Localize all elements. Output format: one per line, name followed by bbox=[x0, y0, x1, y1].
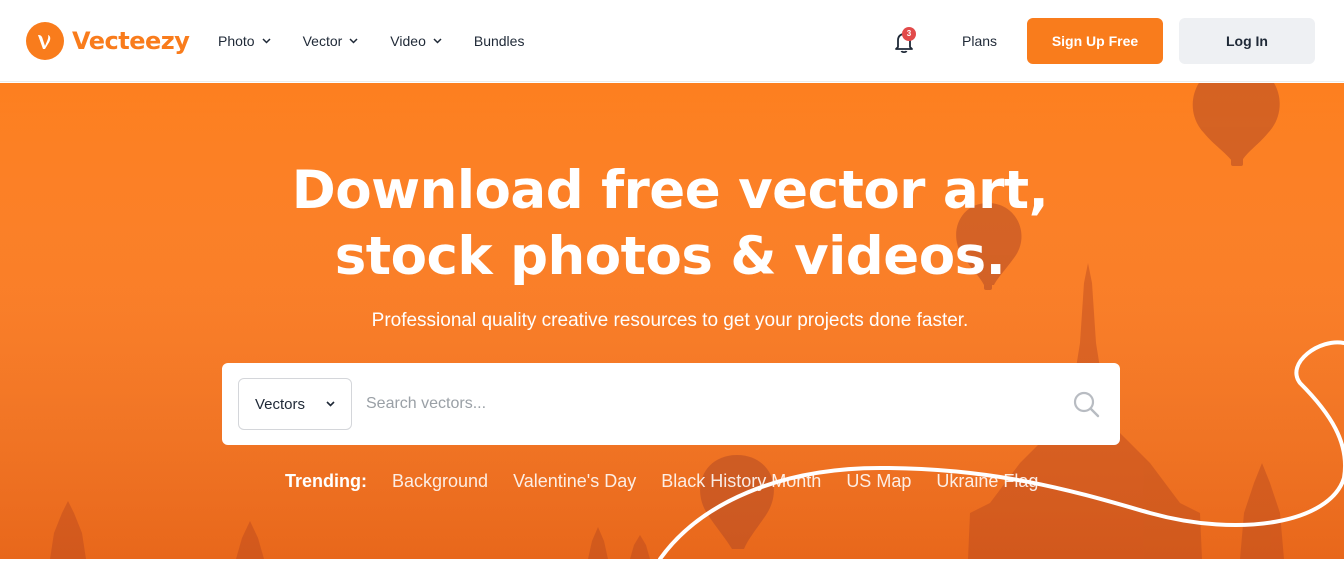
search-bar: Vectors bbox=[222, 363, 1120, 445]
nav-item-bundles[interactable]: Bundles bbox=[474, 33, 525, 49]
hero-title-line-1: Download free vector art, bbox=[291, 160, 1049, 221]
trending-label: Trending: bbox=[285, 470, 367, 491]
chevron-down-icon bbox=[349, 38, 358, 44]
nav-item-label: Vector bbox=[302, 33, 343, 49]
bell-icon bbox=[890, 33, 918, 60]
nav-item-label: Video bbox=[390, 33, 426, 49]
chevron-down-icon bbox=[326, 401, 335, 407]
trending-link-black-history-month[interactable]: Black History Month bbox=[661, 471, 821, 492]
search-input[interactable] bbox=[366, 383, 1046, 425]
logo-mark-icon bbox=[26, 22, 64, 60]
hero-section: Download free vector art, stock photos &… bbox=[0, 83, 1344, 559]
trending-link-valentines-day[interactable]: Valentine's Day bbox=[513, 471, 636, 492]
trending-link-ukraine-flag[interactable]: Ukraine Flag bbox=[936, 471, 1038, 492]
nav-item-vector[interactable]: Vector bbox=[303, 33, 359, 49]
main-nav: Photo Vector Video Bundles bbox=[218, 0, 556, 82]
site-header: Vecteezy Photo Vector Video Bundles 3 Pl… bbox=[0, 0, 1344, 82]
trending-link-us-map[interactable]: US Map bbox=[846, 471, 911, 492]
chevron-down-icon bbox=[262, 38, 271, 44]
log-in-button[interactable]: Log In bbox=[1179, 18, 1315, 64]
notification-count-badge: 3 bbox=[902, 27, 916, 41]
logo-wordmark: Vecteezy bbox=[72, 27, 190, 55]
hero-subtitle: Professional quality creative resources … bbox=[371, 310, 969, 331]
asset-type-select[interactable]: Vectors bbox=[238, 378, 352, 430]
hero-title-line-2: stock photos & videos. bbox=[334, 226, 1006, 287]
plans-link[interactable]: Plans bbox=[962, 33, 997, 49]
notifications-button[interactable]: 3 bbox=[890, 27, 918, 56]
nav-item-label: Photo bbox=[218, 33, 255, 49]
sign-up-button[interactable]: Sign Up Free bbox=[1027, 18, 1163, 64]
chevron-down-icon bbox=[433, 38, 442, 44]
asset-type-selected: Vectors bbox=[255, 395, 306, 413]
trending-link-background[interactable]: Background bbox=[392, 471, 488, 492]
search-icon[interactable] bbox=[1072, 390, 1100, 418]
nav-item-video[interactable]: Video bbox=[390, 33, 442, 49]
hero-title: Download free vector art, stock photos &… bbox=[0, 158, 1340, 290]
nav-item-photo[interactable]: Photo bbox=[218, 33, 271, 49]
nav-item-label: Bundles bbox=[473, 33, 525, 49]
vecteezy-logo[interactable]: Vecteezy bbox=[26, 22, 190, 60]
trending-searches: Trending: Background Valentine's Day Bla… bbox=[285, 469, 1063, 493]
